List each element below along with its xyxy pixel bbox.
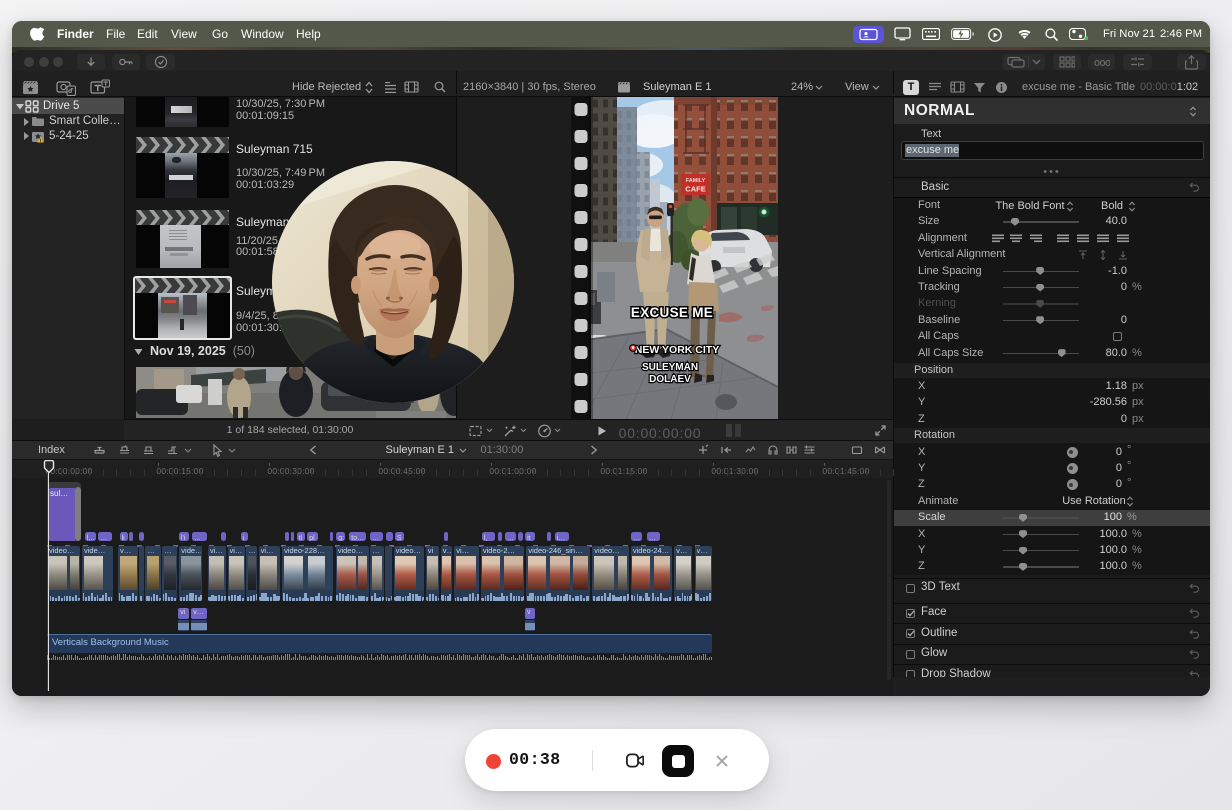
svg-text:CAFE: CAFE [685, 185, 705, 194]
svg-text:NEW YORK CITY: NEW YORK CITY [635, 344, 719, 356]
svg-text:FAMILY: FAMILY [686, 178, 706, 184]
svg-text:SULEYMAN: SULEYMAN [642, 362, 698, 373]
svg-text:EXCUSE ME: EXCUSE ME [631, 305, 713, 320]
svg-text:DOLAEV: DOLAEV [649, 374, 691, 385]
